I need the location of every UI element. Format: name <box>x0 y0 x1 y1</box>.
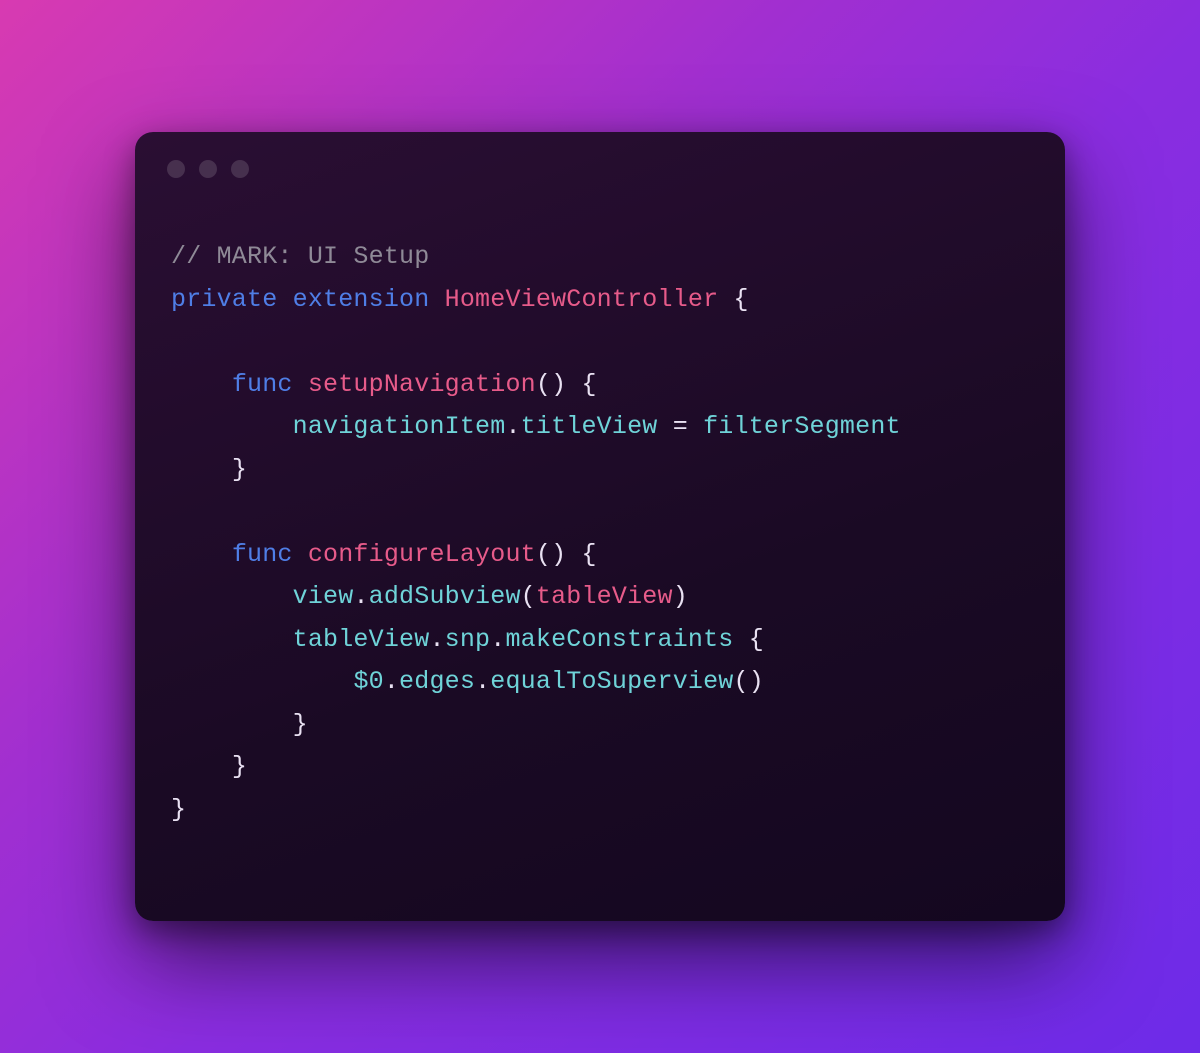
paren-pair: () <box>734 667 764 696</box>
window-zoom-icon[interactable] <box>231 160 249 178</box>
param: tableView <box>536 582 673 611</box>
paren-open: ( <box>521 582 536 611</box>
identifier: addSubview <box>369 582 521 611</box>
closure-arg: $0 <box>353 667 383 696</box>
identifier: equalToSuperview <box>490 667 733 696</box>
code-window: // MARK: UI Setup private extension Home… <box>135 132 1065 921</box>
dot: . <box>505 412 520 441</box>
window-titlebar <box>135 132 1065 178</box>
code-editor[interactable]: // MARK: UI Setup private extension Home… <box>135 178 1065 921</box>
func-name: configureLayout <box>308 540 536 569</box>
func-name: setupNavigation <box>308 370 536 399</box>
identifier: filterSegment <box>703 412 901 441</box>
identifier: tableView <box>293 625 430 654</box>
brace-close: } <box>171 795 186 824</box>
window-close-icon[interactable] <box>167 160 185 178</box>
equals: = <box>658 412 704 441</box>
dot: . <box>429 625 444 654</box>
brace-close: } <box>293 710 308 739</box>
identifier: titleView <box>521 412 658 441</box>
keyword-private: private <box>171 285 277 314</box>
keyword-extension: extension <box>293 285 430 314</box>
identifier: navigationItem <box>293 412 506 441</box>
dot: . <box>384 667 399 696</box>
paren-close: ) <box>673 582 688 611</box>
brace-open: { <box>734 625 764 654</box>
window-minimize-icon[interactable] <box>199 160 217 178</box>
identifier: view <box>293 582 354 611</box>
dot: . <box>353 582 368 611</box>
brace-close: } <box>232 752 247 781</box>
identifier: snp <box>445 625 491 654</box>
dot: . <box>475 667 490 696</box>
paren-brace: () { <box>536 370 597 399</box>
brace-open: { <box>718 285 748 314</box>
code-comment: // MARK: UI Setup <box>171 242 429 271</box>
dot: . <box>490 625 505 654</box>
keyword-func: func <box>232 370 293 399</box>
paren-brace: () { <box>536 540 597 569</box>
type-name: HomeViewController <box>445 285 719 314</box>
keyword-func: func <box>232 540 293 569</box>
identifier: makeConstraints <box>505 625 733 654</box>
brace-close: } <box>232 455 247 484</box>
identifier: edges <box>399 667 475 696</box>
